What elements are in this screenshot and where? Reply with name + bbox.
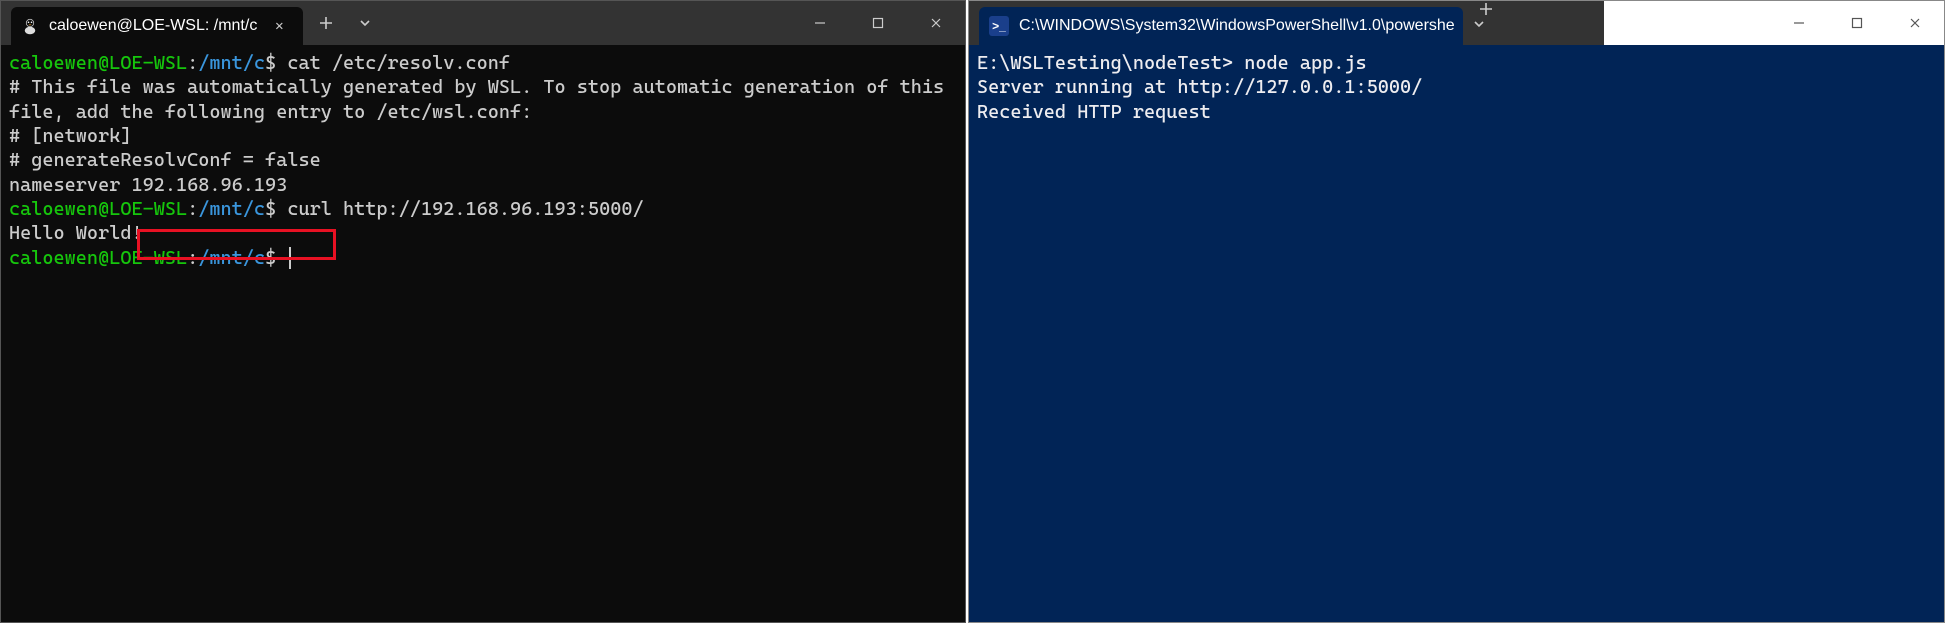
close-tab-icon[interactable]: ✕ [267,14,291,38]
terminal-line: caloewen@LOE-WSL:/mnt/c$ [9,246,957,270]
tab-powershell[interactable]: >_ C:\WINDOWS\System32\WindowsPowerShell… [979,7,1463,45]
minimize-button[interactable] [1770,1,1828,45]
maximize-button[interactable] [849,1,907,45]
terminal-output: Server running at http://127.0.0.1:5000/ [977,75,1936,99]
powershell-terminal-window: >_ C:\WINDOWS\System32\WindowsPowerShell… [968,0,1945,623]
titlebar[interactable]: >_ C:\WINDOWS\System32\WindowsPowerShell… [969,1,1944,45]
titlebar-spacer[interactable] [381,1,791,45]
new-tab-button[interactable] [303,15,349,31]
tab-title: C:\WINDOWS\System32\WindowsPowerShell\v1… [1019,17,1455,35]
prompt-path: /mnt/c [198,198,265,220]
terminal-output: nameserver 192.168.96.193 [9,173,957,197]
tab-dropdown-button[interactable] [349,16,381,30]
minimize-button[interactable] [791,1,849,45]
terminal-line: caloewen@LOE-WSL:/mnt/c$ curl http://192… [9,197,957,221]
wsl-terminal-window: caloewen@LOE-WSL: /mnt/c ✕ caloewen@LOE-… [0,0,966,623]
terminal-line: caloewen@LOE-WSL:/mnt/c$ cat /etc/resolv… [9,51,957,75]
tab-dropdown-button[interactable] [1463,17,1495,31]
command-text: node app.js [1244,52,1366,74]
cursor [289,247,291,269]
prompt-symbol: $ [265,247,276,269]
prompt-user: caloewen@LOE-WSL [9,52,187,74]
terminal-line: E:\WSLTesting\nodeTest> node app.js [977,51,1936,75]
terminal-output: Received HTTP request [977,100,1936,124]
terminal-output: # generateResolvConf = false [9,148,957,172]
command-text: curl http://192.168.96.193:5000/ [287,198,643,220]
prompt-user: caloewen@LOE-WSL [9,247,187,269]
prompt-path: /mnt/c [198,52,265,74]
terminal-output: # This file was automatically generated … [9,75,957,124]
prompt-user: caloewen@LOE-WSL [9,198,187,220]
prompt-symbol: $ [265,198,276,220]
prompt-path: E:\WSLTesting\nodeTest> [977,52,1233,74]
terminal-output: # [network] [9,124,957,148]
maximize-button[interactable] [1828,1,1886,45]
prompt-symbol: $ [265,52,276,74]
prompt-path: /mnt/c [198,247,265,269]
command-text: cat /etc/resolv.conf [287,52,510,74]
powershell-icon: >_ [989,16,1009,36]
terminal-body[interactable]: E:\WSLTesting\nodeTest> node app.jsServe… [969,45,1944,622]
tux-icon [21,17,39,35]
close-window-button[interactable] [1886,1,1944,45]
window-controls-area [1604,1,1944,45]
titlebar[interactable]: caloewen@LOE-WSL: /mnt/c ✕ [1,1,965,45]
tab-wsl[interactable]: caloewen@LOE-WSL: /mnt/c ✕ [11,7,303,45]
new-tab-button[interactable] [1463,1,1509,17]
terminal-body[interactable]: caloewen@LOE-WSL:/mnt/c$ cat /etc/resolv… [1,45,965,622]
close-window-button[interactable] [907,1,965,45]
tab-title: caloewen@LOE-WSL: /mnt/c [49,17,257,35]
terminal-output: Hello World! [9,221,957,245]
